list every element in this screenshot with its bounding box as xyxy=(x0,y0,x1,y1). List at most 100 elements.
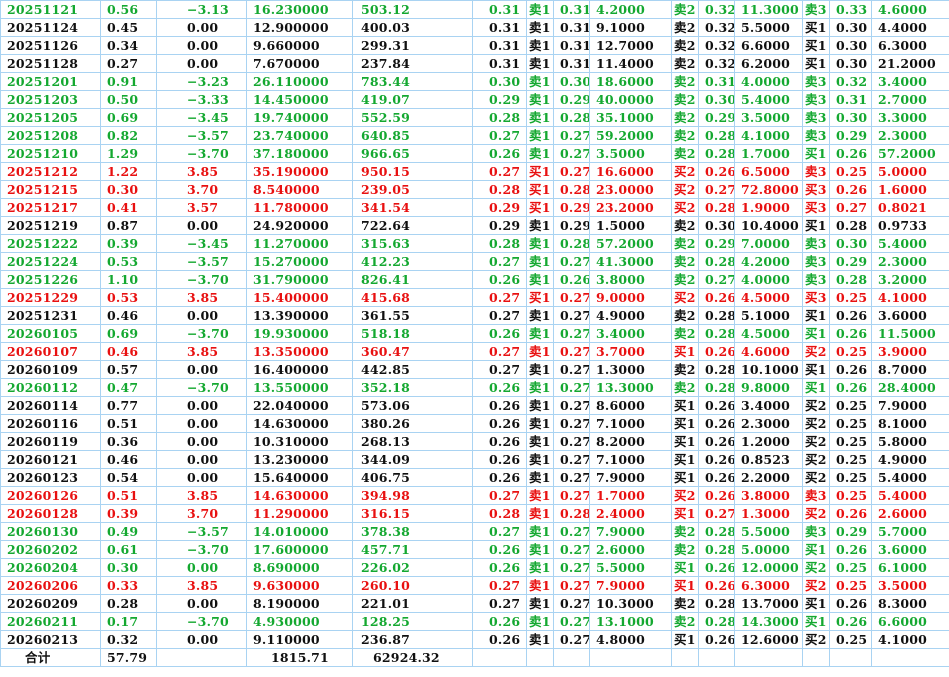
price-cell[interactable]: 0.29 xyxy=(472,216,527,235)
order-b-side-cell[interactable]: 卖2 xyxy=(671,324,699,343)
order-c-price-cell[interactable]: 0.25 xyxy=(829,450,872,469)
order-c-side-cell[interactable]: 买1 xyxy=(802,306,830,325)
pct-cell[interactable]: 0.77 xyxy=(100,396,157,415)
amount-cell[interactable]: 378.38 xyxy=(352,522,473,541)
date-cell[interactable]: 20251226 xyxy=(0,270,101,289)
change-cell[interactable]: 0.00 xyxy=(156,594,247,613)
volume-cell[interactable]: 22.040000 xyxy=(246,396,353,415)
order-a-qty-cell[interactable]: 4.2000 xyxy=(589,0,672,19)
order-a-price-cell[interactable]: 0.27 xyxy=(553,378,590,397)
order-c-side-cell[interactable]: 买1 xyxy=(802,378,830,397)
order-c-side-cell[interactable]: 卖3 xyxy=(802,108,830,127)
amount-cell[interactable]: 722.64 xyxy=(352,216,473,235)
date-cell[interactable]: 20251212 xyxy=(0,162,101,181)
order-a-price-cell[interactable]: 0.31 xyxy=(553,18,590,37)
order-c-side-cell[interactable]: 买1 xyxy=(802,144,830,163)
order-b-qty-cell[interactable]: 9.8000 xyxy=(734,378,803,397)
date-cell[interactable]: 20260109 xyxy=(0,360,101,379)
order-b-price-cell[interactable]: 0.28 xyxy=(698,594,735,613)
volume-cell[interactable]: 12.900000 xyxy=(246,18,353,37)
amount-cell[interactable]: 406.75 xyxy=(352,468,473,487)
order-a-qty-cell[interactable]: 13.3000 xyxy=(589,378,672,397)
change-cell[interactable]: 0.00 xyxy=(156,36,247,55)
order-c-side-cell[interactable]: 买1 xyxy=(802,36,830,55)
order-c-side-cell[interactable]: 买2 xyxy=(802,504,830,523)
order-a-qty-cell[interactable]: 4.9000 xyxy=(589,306,672,325)
order-c-side-cell[interactable]: 卖3 xyxy=(802,234,830,253)
volume-cell[interactable]: 37.180000 xyxy=(246,144,353,163)
price-cell[interactable]: 0.28 xyxy=(472,504,527,523)
order-b-qty-cell[interactable]: 4.1000 xyxy=(734,126,803,145)
date-cell[interactable]: 20260123 xyxy=(0,468,101,487)
order-c-qty-cell[interactable]: 4.1000 xyxy=(871,288,949,307)
order-b-side-cell[interactable]: 卖2 xyxy=(671,234,699,253)
date-cell[interactable]: 20260209 xyxy=(0,594,101,613)
order-b-side-cell[interactable]: 卖2 xyxy=(671,252,699,271)
order-c-price-cell[interactable]: 0.30 xyxy=(829,54,872,73)
order-b-price-cell[interactable]: 0.26 xyxy=(698,414,735,433)
order-b-side-cell[interactable]: 买1 xyxy=(671,630,699,649)
order-b-qty-cell[interactable]: 5.0000 xyxy=(734,540,803,559)
order-a-price-cell[interactable]: 0.29 xyxy=(553,198,590,217)
order-b-price-cell[interactable]: 0.26 xyxy=(698,468,735,487)
change-cell[interactable]: −3.57 xyxy=(156,252,247,271)
order-a-side-cell[interactable]: 买1 xyxy=(526,288,554,307)
cell[interactable] xyxy=(526,648,554,667)
order-b-price-cell[interactable]: 0.31 xyxy=(698,72,735,91)
volume-cell[interactable]: 15.640000 xyxy=(246,468,353,487)
order-c-price-cell[interactable]: 0.25 xyxy=(829,414,872,433)
order-b-side-cell[interactable]: 买1 xyxy=(671,576,699,595)
order-a-side-cell[interactable]: 卖1 xyxy=(526,576,554,595)
order-c-side-cell[interactable]: 买2 xyxy=(802,450,830,469)
order-c-price-cell[interactable]: 0.30 xyxy=(829,18,872,37)
change-cell[interactable]: 3.57 xyxy=(156,198,247,217)
cell[interactable] xyxy=(589,648,672,667)
order-c-qty-cell[interactable]: 7.9000 xyxy=(871,396,949,415)
price-cell[interactable]: 0.28 xyxy=(472,108,527,127)
order-a-qty-cell[interactable]: 9.0000 xyxy=(589,288,672,307)
order-c-qty-cell[interactable]: 5.7000 xyxy=(871,522,949,541)
total-vol[interactable]: 1815.71 xyxy=(246,648,353,667)
order-c-price-cell[interactable]: 0.29 xyxy=(829,252,872,271)
total-pct[interactable]: 57.79 xyxy=(100,648,157,667)
pct-cell[interactable]: 0.61 xyxy=(100,540,157,559)
order-a-side-cell[interactable]: 卖1 xyxy=(526,612,554,631)
order-c-qty-cell[interactable]: 3.6000 xyxy=(871,306,949,325)
change-cell[interactable]: 0.00 xyxy=(156,432,247,451)
order-c-side-cell[interactable]: 卖3 xyxy=(802,522,830,541)
change-cell[interactable]: −3.70 xyxy=(156,270,247,289)
volume-cell[interactable]: 15.400000 xyxy=(246,288,353,307)
order-c-price-cell[interactable]: 0.25 xyxy=(829,486,872,505)
order-c-qty-cell[interactable]: 5.4000 xyxy=(871,486,949,505)
volume-cell[interactable]: 13.230000 xyxy=(246,450,353,469)
order-c-qty-cell[interactable]: 57.2000 xyxy=(871,144,949,163)
order-b-qty-cell[interactable]: 10.1000 xyxy=(734,360,803,379)
order-c-price-cell[interactable]: 0.26 xyxy=(829,594,872,613)
order-a-qty-cell[interactable]: 13.1000 xyxy=(589,612,672,631)
order-a-side-cell[interactable]: 卖1 xyxy=(526,270,554,289)
order-b-price-cell[interactable]: 0.30 xyxy=(698,90,735,109)
date-cell[interactable]: 20251208 xyxy=(0,126,101,145)
price-cell[interactable]: 0.27 xyxy=(472,342,527,361)
volume-cell[interactable]: 14.630000 xyxy=(246,486,353,505)
order-a-side-cell[interactable]: 卖1 xyxy=(526,396,554,415)
order-a-price-cell[interactable]: 0.29 xyxy=(553,216,590,235)
order-a-qty-cell[interactable]: 8.2000 xyxy=(589,432,672,451)
order-c-qty-cell[interactable]: 3.6000 xyxy=(871,540,949,559)
order-b-price-cell[interactable]: 0.27 xyxy=(698,180,735,199)
order-a-price-cell[interactable]: 0.27 xyxy=(553,558,590,577)
order-a-qty-cell[interactable]: 1.7000 xyxy=(589,486,672,505)
order-c-side-cell[interactable]: 卖3 xyxy=(802,72,830,91)
pct-cell[interactable]: 0.30 xyxy=(100,180,157,199)
change-cell[interactable]: 0.00 xyxy=(156,414,247,433)
order-c-side-cell[interactable]: 买2 xyxy=(802,630,830,649)
order-b-price-cell[interactable]: 0.26 xyxy=(698,630,735,649)
volume-cell[interactable]: 14.010000 xyxy=(246,522,353,541)
pct-cell[interactable]: 1.10 xyxy=(100,270,157,289)
cell[interactable] xyxy=(871,648,949,667)
order-b-side-cell[interactable]: 买2 xyxy=(671,198,699,217)
amount-cell[interactable]: 128.25 xyxy=(352,612,473,631)
pct-cell[interactable]: 0.91 xyxy=(100,72,157,91)
order-b-side-cell[interactable]: 卖2 xyxy=(671,216,699,235)
order-b-qty-cell[interactable]: 0.8523 xyxy=(734,450,803,469)
